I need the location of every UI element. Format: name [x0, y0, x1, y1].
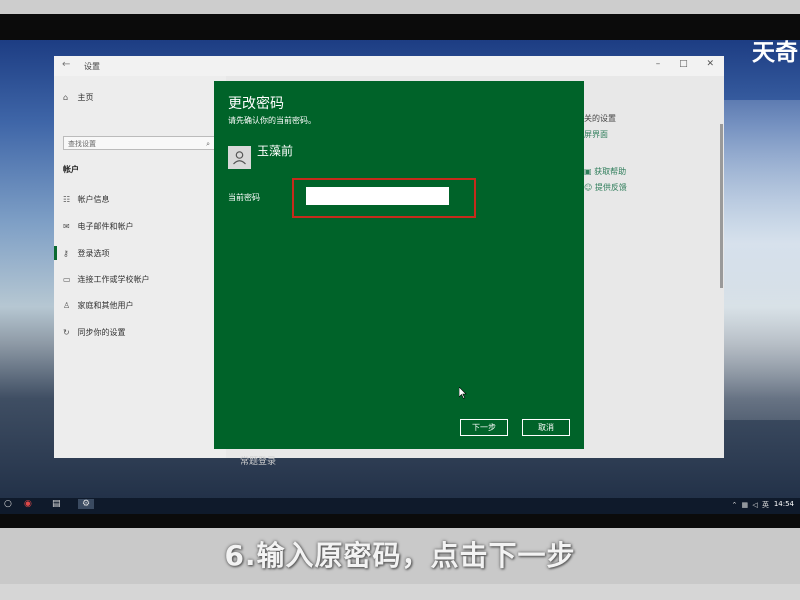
settings-sidebar: ⌂ 主页 查找设置 ⌕ 帐户 ☷ 帐户信息 ✉ 电子邮件和帐户 ⚷ 登录选项 ▭… — [54, 76, 226, 458]
sidebar-item-sync[interactable]: ↻ 同步你的设置 — [63, 327, 126, 338]
window-titlebar: ← 设置 – □ ✕ — [54, 56, 724, 76]
change-password-dialog: 更改密码 请先确认你的当前密码。 玉藻前 当前密码 下一步 取消 — [214, 81, 584, 449]
avatar — [228, 146, 251, 169]
sidebar-item-label: 电子邮件和帐户 — [77, 222, 134, 231]
related-settings-heading: 关的设置 — [584, 114, 616, 123]
sidebar-item-sign-in-options[interactable]: ⚷ 登录选项 — [63, 248, 110, 259]
network-icon[interactable]: ▦ — [742, 501, 753, 509]
mouse-cursor-icon — [459, 387, 467, 399]
sidebar-item-label: 登录选项 — [77, 249, 110, 258]
sidebar-item-work-school[interactable]: ▭ 连接工作或学校帐户 — [63, 274, 150, 285]
system-tray: ⌃ ▦ ◁ 英 — [731, 500, 770, 510]
feedback-link[interactable]: ☺ 提供反馈 — [584, 182, 627, 193]
settings-gear-icon[interactable]: ⚙ — [78, 499, 95, 509]
home-icon: ⌂ — [63, 93, 69, 102]
window-title: 设置 — [84, 62, 100, 71]
feedback-icon: ☺ — [584, 183, 595, 192]
taskbar-clock[interactable]: 14:54 — [774, 500, 794, 508]
user-icon — [233, 151, 246, 165]
video-frame-bottom — [0, 584, 800, 600]
chevron-up-icon[interactable]: ⌃ — [731, 501, 741, 509]
scrollbar[interactable] — [720, 124, 723, 288]
minimize-icon[interactable]: – — [656, 59, 661, 69]
nav-home-label: 主页 — [77, 93, 94, 102]
get-help-link[interactable]: ▣ 获取帮助 — [584, 166, 626, 177]
window-controls: – □ ✕ — [640, 59, 714, 69]
close-icon[interactable]: ✕ — [706, 59, 714, 69]
partial-heading: 常题登录 — [240, 457, 277, 467]
briefcase-icon: ▭ — [63, 275, 71, 284]
files-icon[interactable]: ▤ — [52, 499, 61, 509]
next-button[interactable]: 下一步 — [460, 419, 508, 436]
dialog-subtitle: 请先确认你的当前密码。 — [228, 116, 316, 125]
feedback-label: 提供反馈 — [594, 183, 627, 192]
sidebar-item-label: 同步你的设置 — [77, 328, 126, 337]
active-indicator — [54, 246, 57, 260]
volume-icon[interactable]: ◁ — [752, 501, 762, 509]
get-help-label: 获取帮助 — [594, 167, 627, 176]
video-frame-top — [0, 0, 800, 14]
sidebar-item-label: 连接工作或学校帐户 — [77, 275, 150, 284]
brand-watermark: 天奇 — [752, 40, 798, 66]
search-placeholder: 查找设置 — [68, 140, 96, 148]
key-icon: ⚷ — [63, 249, 69, 258]
password-label: 当前密码 — [228, 193, 260, 202]
back-arrow-icon[interactable]: ← — [62, 59, 70, 70]
maximize-icon[interactable]: □ — [679, 59, 688, 69]
screen: 天奇 ← 设置 – □ ✕ ⌂ 主页 查找设置 ⌕ 帐户 ☷ 帐户信息 ✉ 电子… — [0, 14, 800, 528]
sidebar-item-label: 家庭和其他用户 — [77, 301, 134, 310]
sidebar-item-email-accounts[interactable]: ✉ 电子邮件和帐户 — [63, 221, 134, 232]
video-caption: 6.输入原密码，点击下一步 — [224, 539, 576, 572]
highlight-box — [292, 178, 476, 218]
taskbar: ○ ◉ ▤ ⚙ ⌃ ▦ ◁ 英 14:54 — [0, 498, 800, 514]
sidebar-item-account-info[interactable]: ☷ 帐户信息 — [63, 194, 110, 205]
settings-search-input[interactable]: 查找设置 ⌕ — [63, 136, 215, 150]
user-name: 玉藻前 — [257, 144, 294, 158]
mail-icon: ✉ — [63, 222, 70, 231]
sidebar-item-label: 帐户信息 — [77, 195, 110, 204]
people-icon: ♙ — [63, 301, 71, 310]
section-heading: 帐户 — [63, 165, 79, 174]
person-card-icon: ☷ — [63, 195, 71, 204]
search-icon: ⌕ — [206, 140, 210, 148]
dialog-title: 更改密码 — [228, 96, 284, 112]
ime-indicator[interactable]: 英 — [762, 501, 770, 509]
cancel-button[interactable]: 取消 — [522, 419, 570, 436]
netease-music-icon[interactable]: ◉ — [24, 499, 32, 509]
sync-icon: ↻ — [63, 328, 70, 337]
sidebar-item-family[interactable]: ♙ 家庭和其他用户 — [63, 300, 134, 311]
search-icon[interactable]: ○ — [4, 499, 12, 509]
help-icon: ▣ — [584, 167, 595, 176]
lock-screen-link[interactable]: 屏界面 — [584, 129, 608, 140]
nav-home[interactable]: ⌂ 主页 — [63, 92, 94, 103]
